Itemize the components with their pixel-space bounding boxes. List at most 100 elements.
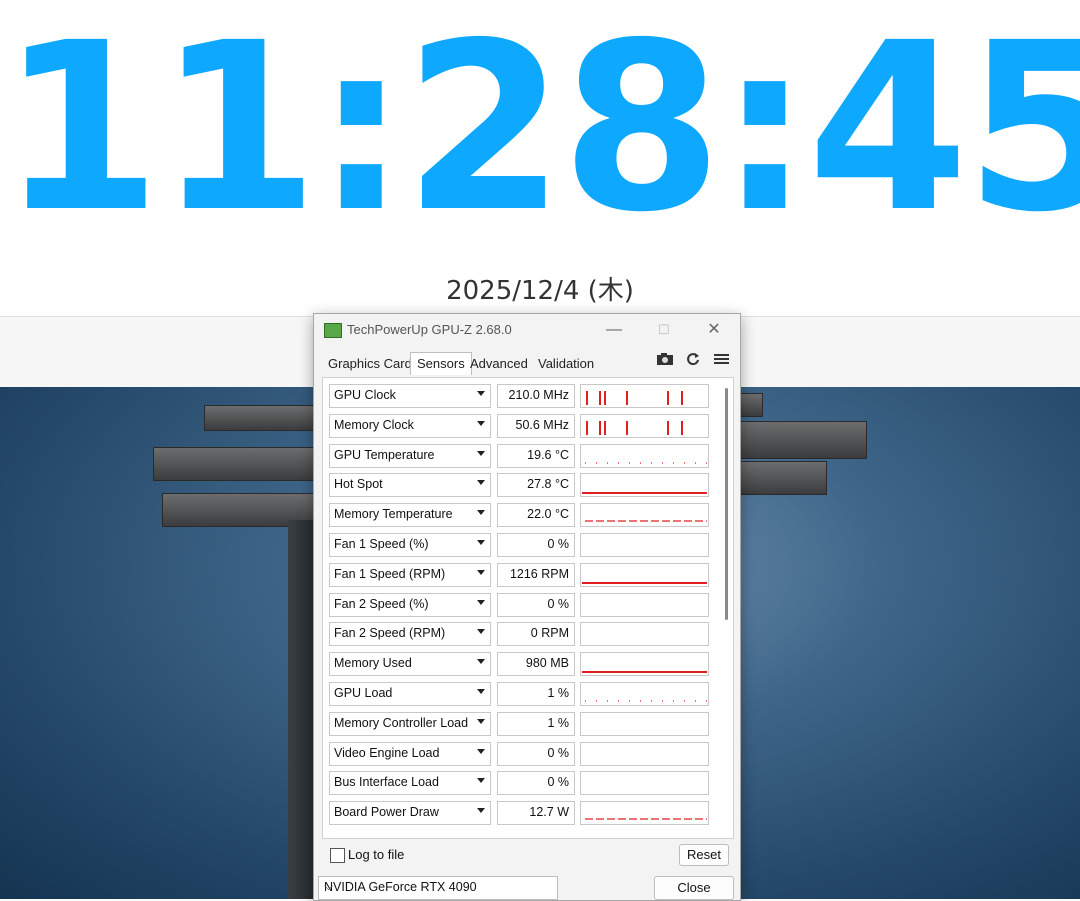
sensor-value: 19.6 °C xyxy=(527,447,569,462)
reset-button[interactable]: Reset xyxy=(679,844,729,866)
graph-trace xyxy=(582,581,707,584)
sensor-name: Hot Spot xyxy=(334,477,383,492)
sensor-value-box: 27.8 °C xyxy=(497,473,575,498)
dropdown-arrow-icon xyxy=(477,659,485,665)
sensor-name: GPU Temperature xyxy=(334,447,435,462)
sensor-value-box: 12.7 W xyxy=(497,801,575,826)
sensor-select[interactable]: Fan 2 Speed (%) xyxy=(329,592,491,617)
sensor-select[interactable]: GPU Temperature xyxy=(329,443,491,468)
pier-plank xyxy=(737,461,827,495)
sensor-value-box: 19.6 °C xyxy=(497,443,575,468)
sensor-name: Memory Controller Load xyxy=(334,715,469,730)
title-bar[interactable]: TechPowerUp GPU-Z 2.68.0 — ☐ ✕ xyxy=(314,314,740,346)
graph-trace xyxy=(681,391,683,405)
sensor-select[interactable]: Memory Clock xyxy=(329,413,491,438)
sensor-row: Memory Clock 50.6 MHz xyxy=(329,413,729,438)
tab-sensors[interactable]: Sensors xyxy=(410,352,472,375)
sensor-panel: GPU Clock 210.0 MHz Memory Clock 50.6 MHz GP… xyxy=(322,377,734,839)
chevron-down-icon: ⌵ xyxy=(324,879,334,893)
sensor-select[interactable]: Video Engine Load xyxy=(329,741,491,766)
tab-graphics-card[interactable]: Graphics Card xyxy=(328,356,412,371)
close-window-button[interactable]: ✕ xyxy=(696,318,732,342)
minimize-button[interactable]: — xyxy=(596,318,632,342)
sensor-select[interactable]: Memory Used xyxy=(329,652,491,677)
graph-trace xyxy=(586,420,588,435)
sensor-select[interactable]: Fan 1 Speed (%) xyxy=(329,533,491,557)
dropdown-arrow-icon xyxy=(477,748,485,754)
sensor-select[interactable]: Fan 1 Speed (RPM) xyxy=(329,562,491,587)
sensor-value-box: 0 % xyxy=(497,533,575,557)
sensor-name: Fan 2 Speed (%) xyxy=(334,596,429,611)
sensor-select[interactable]: GPU Clock xyxy=(329,384,491,408)
sensor-graph xyxy=(580,711,709,736)
sensor-select[interactable]: Hot Spot xyxy=(329,473,491,498)
tab-validation[interactable]: Validation xyxy=(538,356,594,371)
device-select[interactable]: NVIDIA GeForce RTX 4090 ⌵ xyxy=(318,876,558,900)
sensor-graph xyxy=(580,533,709,557)
sensor-value: 1216 RPM xyxy=(509,566,569,581)
dropdown-arrow-icon xyxy=(477,540,485,545)
clock-time: 11:28:45 xyxy=(0,0,1080,263)
sensor-value: 1 % xyxy=(547,715,569,730)
sensor-select[interactable]: Memory Temperature xyxy=(329,503,491,528)
sensor-name: Memory Temperature xyxy=(334,507,453,522)
graph-trace xyxy=(582,671,707,674)
dropdown-arrow-icon xyxy=(477,629,485,635)
sensor-graph xyxy=(580,741,709,766)
sensor-value-box: 0 RPM xyxy=(497,622,575,647)
sensor-value-box: 1 % xyxy=(497,711,575,736)
sensor-value: 22.0 °C xyxy=(527,507,569,522)
sensor-row: Hot Spot 27.8 °C xyxy=(329,473,729,498)
sensor-name: GPU Load xyxy=(334,686,393,700)
log-to-file-label: Log to file xyxy=(348,847,405,862)
gpuz-app-icon xyxy=(324,323,342,338)
sensor-select[interactable]: Board Power Draw xyxy=(329,801,491,826)
sensor-row: Fan 2 Speed (%) 0 % xyxy=(329,592,729,617)
sensor-row: Fan 1 Speed (%) 0 % xyxy=(329,533,729,557)
close-button[interactable]: Close xyxy=(654,876,734,900)
sensor-row: Fan 1 Speed (RPM) 1216 RPM xyxy=(329,562,729,587)
graph-trace xyxy=(586,391,588,405)
sensor-row: Memory Controller Load 1 % xyxy=(329,711,729,736)
sensor-value: 210.0 MHz xyxy=(508,388,569,402)
dropdown-arrow-icon xyxy=(477,778,485,784)
panel-scrollbar[interactable] xyxy=(725,388,728,620)
refresh-icon[interactable] xyxy=(686,352,700,369)
sensor-row: GPU Load 1 % xyxy=(329,682,729,706)
maximize-button[interactable]: ☐ xyxy=(646,318,682,342)
sensor-row: Memory Used 980 MB xyxy=(329,652,729,677)
sensor-name: Fan 2 Speed (RPM) xyxy=(334,626,446,641)
graph-trace xyxy=(667,420,669,435)
sensor-name: Memory Clock xyxy=(334,417,414,432)
sensor-graph xyxy=(580,801,709,826)
sensor-graph xyxy=(580,622,709,647)
sensor-name: Board Power Draw xyxy=(334,805,439,820)
sensor-select[interactable]: Memory Controller Load xyxy=(329,711,491,736)
sensor-graph xyxy=(580,652,709,677)
sensor-value: 0 % xyxy=(547,537,569,551)
camera-icon[interactable] xyxy=(656,352,674,369)
sensor-select[interactable]: Bus Interface Load xyxy=(329,771,491,796)
sensor-row: GPU Clock 210.0 MHz xyxy=(329,384,729,408)
graph-trace xyxy=(582,492,707,495)
sensor-row: Fan 2 Speed (RPM) 0 RPM xyxy=(329,622,729,647)
clock-date: 2025/12/4 (木) xyxy=(446,276,634,306)
tab-advanced[interactable]: Advanced xyxy=(470,356,528,371)
sensor-name: Fan 1 Speed (%) xyxy=(334,537,429,551)
sensor-row: Video Engine Load 0 % xyxy=(329,741,729,766)
sensor-name: Bus Interface Load xyxy=(334,775,439,790)
sensor-graph xyxy=(580,592,709,617)
menu-icon[interactable] xyxy=(714,352,729,369)
sensor-select[interactable]: Fan 2 Speed (RPM) xyxy=(329,622,491,647)
graph-trace xyxy=(599,391,601,405)
log-to-file-checkbox[interactable] xyxy=(330,848,345,863)
sensor-value: 0 % xyxy=(547,596,569,611)
sensor-value: 980 MB xyxy=(525,656,569,671)
pier-plank xyxy=(204,405,326,431)
dropdown-arrow-icon xyxy=(477,510,485,516)
sensor-select[interactable]: GPU Load xyxy=(329,682,491,706)
sensor-value: 1 % xyxy=(547,686,569,700)
sensor-graph xyxy=(580,384,709,408)
sensor-graph xyxy=(580,682,709,706)
dropdown-arrow-icon xyxy=(477,599,485,605)
